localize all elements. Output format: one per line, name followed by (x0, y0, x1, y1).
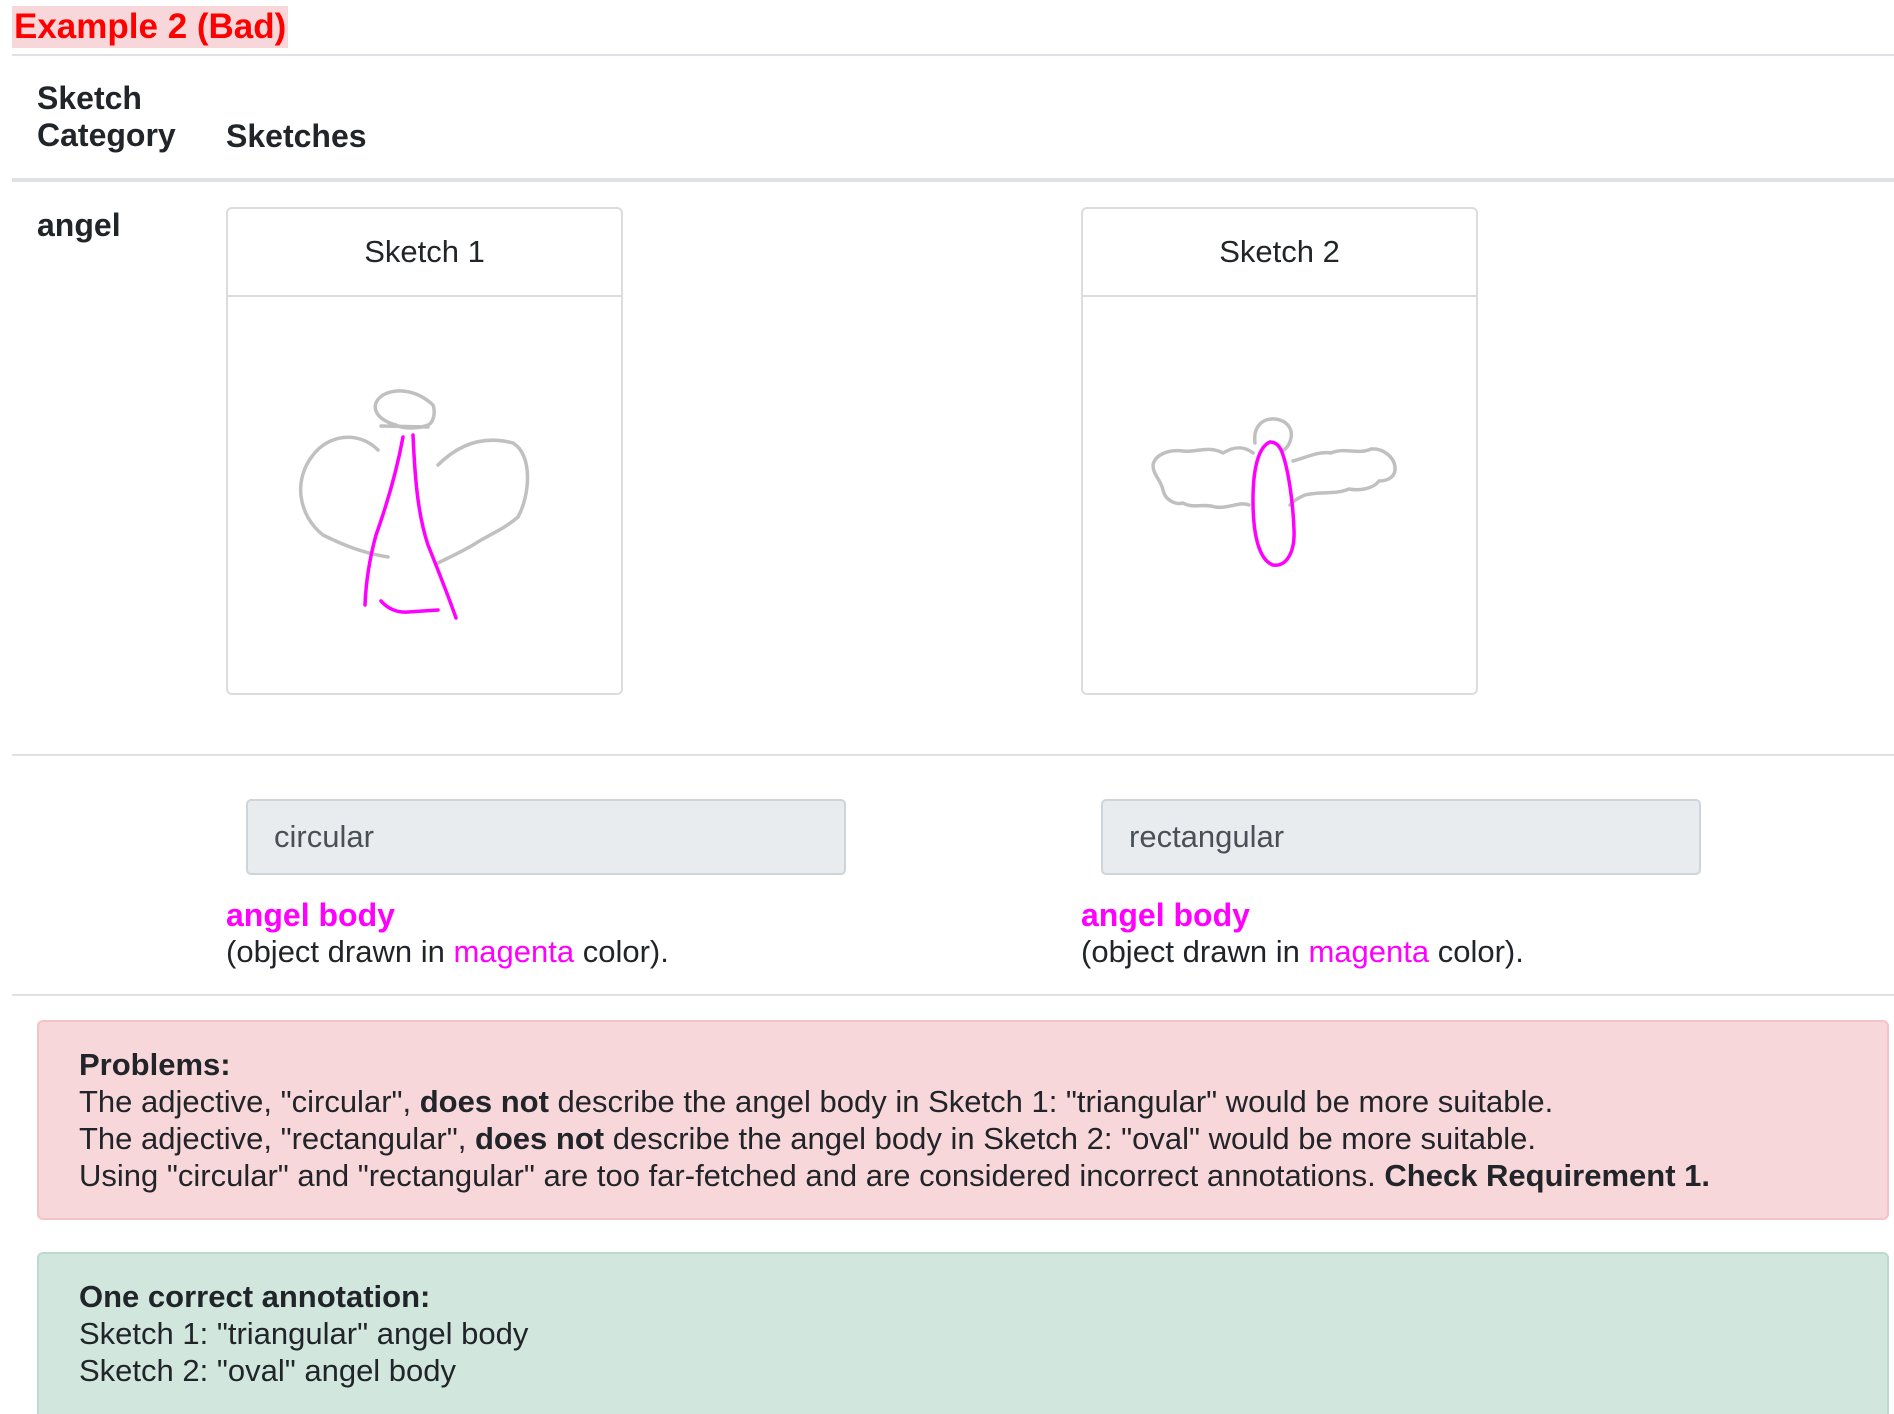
problem-line-1: The adjective, "circular", does not desc… (79, 1083, 1847, 1120)
part-description-prefix: (object drawn in (1081, 934, 1309, 969)
example-title: Example 2 (Bad) (12, 6, 289, 48)
divider (12, 994, 1894, 996)
divider (12, 754, 1894, 756)
adjective-input-sketch-2[interactable]: rectangular (1101, 799, 1701, 875)
part-name-2: angel body (1081, 897, 1250, 933)
part-description-color: magenta (453, 934, 575, 969)
problem-text: The adjective, "circular", (79, 1084, 420, 1119)
problem-line-2: The adjective, "rectangular", does not d… (79, 1120, 1847, 1157)
category-name: angel (37, 207, 121, 243)
part-description-suffix: color). (574, 934, 669, 969)
sketch-image-2 (1151, 417, 1397, 567)
column-header-category-line1: Sketch (37, 80, 142, 116)
sketch-image-1 (298, 389, 530, 620)
correct-line-2: Sketch 2: "oval" angel body (79, 1353, 457, 1388)
problem-emphasis: does not (419, 1084, 549, 1119)
sketch-card-title: Sketch 1 (228, 209, 621, 297)
problem-text: Using "circular" and "rectangular" are t… (79, 1158, 1385, 1193)
part-description-prefix: (object drawn in (226, 934, 454, 969)
problem-text: describe the angel body in Sketch 2: "ov… (604, 1121, 1537, 1156)
adjective-input-sketch-1[interactable]: circular (246, 799, 846, 875)
sketch-card-2: Sketch 2 (1081, 207, 1478, 695)
sketch-card-title: Sketch 2 (1083, 209, 1476, 297)
part-description-color: magenta (1308, 934, 1430, 969)
part-description-2: (object drawn in magenta color). (1081, 932, 1524, 972)
problem-text: The adjective, "rectangular", (79, 1121, 475, 1156)
column-header-category-line2: Category (37, 117, 176, 153)
requirement-reference: Check Requirement 1. (1384, 1158, 1710, 1193)
problem-line-3: Using "circular" and "rectangular" are t… (79, 1157, 1847, 1194)
part-name-1: angel body (226, 897, 395, 933)
column-header-category: Sketch Category (37, 80, 176, 154)
problems-heading: Problems: (79, 1047, 231, 1082)
problem-emphasis: does not (474, 1121, 605, 1156)
correct-line-1: Sketch 1: "triangular" angel body (79, 1316, 529, 1351)
problems-alert: Problems: The adjective, "circular", doe… (37, 1020, 1889, 1220)
sketch-card-1: Sketch 1 (226, 207, 623, 695)
correct-heading: One correct annotation: (79, 1279, 431, 1314)
table-header-divider (12, 178, 1894, 182)
column-header-sketches: Sketches (226, 118, 367, 154)
correct-annotation-alert: One correct annotation: Sketch 1: "trian… (37, 1252, 1889, 1414)
part-description-1: (object drawn in magenta color). (226, 932, 669, 972)
problem-text: describe the angel body in Sketch 1: "tr… (548, 1084, 1554, 1119)
divider (12, 54, 1894, 56)
part-description-suffix: color). (1429, 934, 1524, 969)
